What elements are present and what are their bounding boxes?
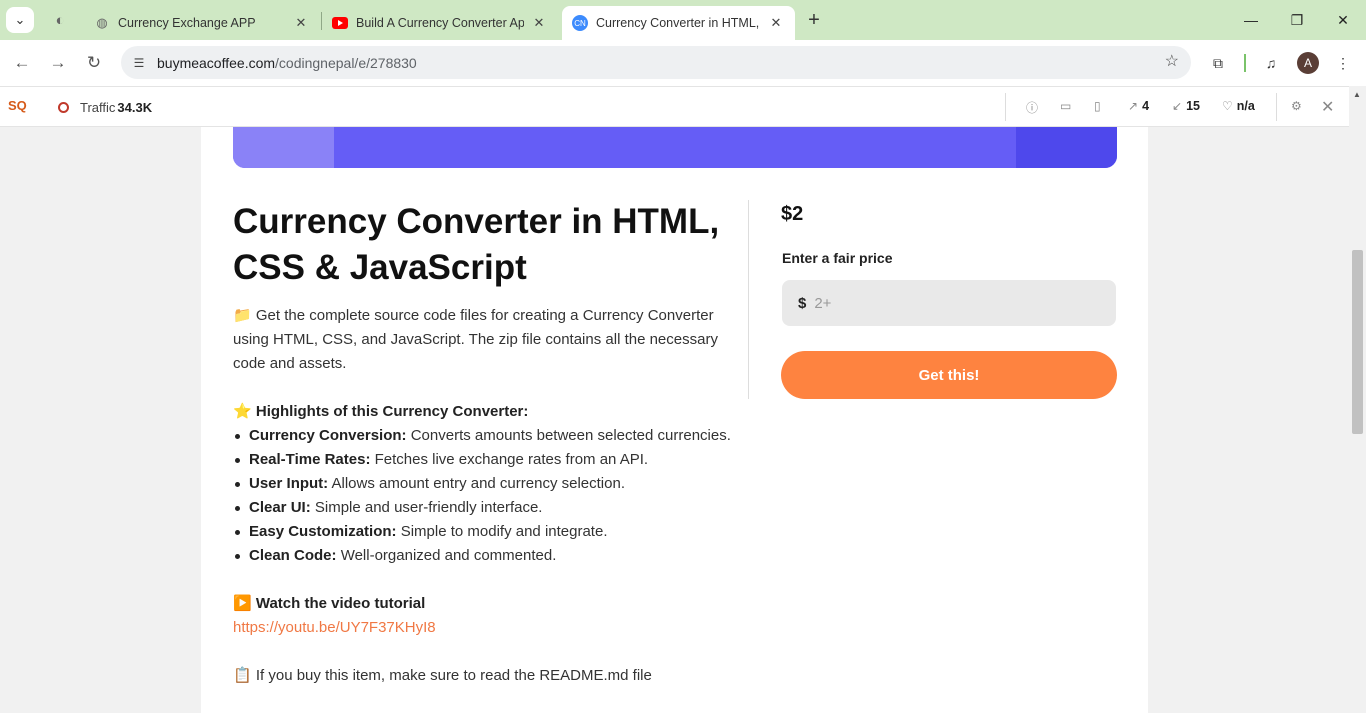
youtube-icon: [332, 15, 348, 31]
ext-separator: [1276, 93, 1277, 121]
close-icon[interactable]: ✕: [767, 14, 785, 32]
tab-title: Build A Currency Converter App: [356, 16, 524, 30]
readme-note: 📋 If you buy this item, make sure to rea…: [233, 667, 652, 684]
new-tab-button[interactable]: +: [803, 8, 825, 32]
list-item: Real-Time Rates: Fetches live exchange r…: [233, 448, 733, 472]
traffic-ring-icon: [58, 102, 69, 113]
tab-currency-exchange-app[interactable]: ◍ Currency Exchange APP ✕: [84, 6, 320, 40]
kebab-menu-icon: ⋮: [1336, 54, 1350, 71]
external-link-icon: ↗: [1128, 99, 1139, 113]
fair-price-field[interactable]: $: [782, 280, 1116, 326]
codingnepal-icon: CN: [572, 15, 588, 31]
gear-icon[interactable]: ⚙: [1291, 99, 1302, 113]
ext-separator: [1005, 93, 1006, 121]
intro-paragraph: 📁 Get the complete source code files for…: [233, 307, 718, 372]
browser-menu-button[interactable]: ⋮: [1330, 50, 1356, 76]
traffic-stat[interactable]: Traffic 34.3K: [58, 100, 152, 115]
document-icon[interactable]: ▯: [1094, 99, 1101, 113]
close-window-button[interactable]: ✕: [1328, 6, 1358, 34]
internal-link-icon: ↙: [1172, 99, 1183, 113]
forward-button[interactable]: →: [44, 49, 72, 77]
arrow-right-icon: →: [49, 53, 67, 72]
tab-build-currency-converter[interactable]: Build A Currency Converter App ✕: [322, 6, 558, 40]
media-controls-button[interactable]: ♫: [1258, 50, 1284, 76]
url-text[interactable]: buymeacoffee.com/codingnepal/e/278830: [157, 55, 417, 71]
reload-icon: ↻: [86, 53, 102, 72]
tab-currency-converter-active[interactable]: CN Currency Converter in HTML, CSS ✕: [562, 6, 795, 40]
seoquake-logo-icon[interactable]: SQ: [8, 98, 27, 113]
toolbar-separator: [1244, 54, 1246, 72]
bookmark-star-icon[interactable]: ☆: [1165, 51, 1179, 71]
close-icon[interactable]: ✕: [530, 14, 548, 32]
list-item: User Input: Allows amount entry and curr…: [233, 472, 733, 496]
reload-button[interactable]: ↻: [80, 49, 108, 77]
column-divider: [748, 200, 749, 399]
star-icon: ⭐: [233, 403, 252, 420]
scroll-up-icon[interactable]: ▲: [1353, 90, 1361, 99]
music-queue-icon: ♫: [1265, 55, 1277, 71]
features-list: Currency Conversion: Converts amounts be…: [233, 424, 733, 568]
chevron-down-icon: ⌄: [14, 12, 26, 27]
page-scrollbar[interactable]: ▲: [1349, 86, 1366, 713]
tab-search-button[interactable]: ⌄: [6, 7, 34, 33]
rating-stat[interactable]: ♡ n/a: [1222, 99, 1255, 113]
external-links-stat[interactable]: ↗ 4: [1128, 99, 1149, 113]
internal-links-stat[interactable]: ↙ 15: [1172, 99, 1200, 113]
seoquake-bar: SQ Traffic 34.3K ⓘ ▭ ▯ ↗ 4 ↙ 15 ♡ n/a ⚙ ✕: [0, 86, 1366, 127]
product-price: $2: [781, 203, 804, 225]
extensions-button[interactable]: ⧉: [1205, 50, 1231, 76]
product-title: Currency Converter in HTML, CSS & JavaSc…: [233, 202, 720, 287]
traffic-value: 34.3K: [117, 100, 153, 115]
highlights-heading: ⭐ Highlights of this Currency Converter:: [233, 403, 529, 420]
minimize-icon: —: [1244, 12, 1258, 28]
product-cover-image: [233, 127, 1117, 168]
close-icon[interactable]: ✕: [292, 14, 310, 32]
tab-title: Currency Converter in HTML, CSS: [596, 16, 761, 30]
profile-avatar[interactable]: A: [1297, 52, 1319, 74]
close-icon: ✕: [1337, 11, 1349, 28]
play-icon: ▶️: [233, 595, 252, 612]
list-item: Easy Customization: Simple to modify and…: [233, 520, 733, 544]
get-this-button[interactable]: Get this!: [781, 351, 1117, 399]
svg-text:CN: CN: [574, 19, 586, 28]
video-heading: ▶️ Watch the video tutorial: [233, 595, 426, 612]
back-button[interactable]: ←: [8, 49, 36, 77]
tab-title: Currency Exchange APP: [118, 16, 256, 30]
tab-strip: ⌄ ◐ ◍ Currency Exchange APP ✕ Build A Cu…: [0, 0, 1366, 40]
arrow-left-icon: ←: [13, 53, 31, 72]
list-item: Clear UI: Simple and user-friendly inter…: [233, 496, 733, 520]
heart-icon: ♡: [1222, 99, 1233, 113]
minimize-button[interactable]: —: [1236, 6, 1266, 34]
currency-symbol: $: [798, 294, 807, 312]
plus-icon: +: [808, 8, 820, 31]
fair-price-label: Enter a fair price: [782, 250, 893, 266]
close-icon[interactable]: ✕: [1321, 97, 1334, 117]
list-item: Currency Conversion: Converts amounts be…: [233, 424, 733, 448]
scrollbar-thumb[interactable]: [1352, 250, 1363, 434]
globe-icon: ◍: [96, 15, 108, 30]
page-stats-icon[interactable]: ▭: [1060, 99, 1071, 113]
globe-icon: ◐: [55, 11, 65, 29]
traffic-label: Traffic: [80, 100, 116, 115]
puzzle-icon: ⧉: [1213, 54, 1223, 71]
price-input[interactable]: [814, 294, 1075, 312]
restore-button[interactable]: ❐: [1282, 6, 1312, 34]
site-info-icon[interactable]: ☰: [127, 51, 151, 75]
folder-icon: 📁: [233, 307, 252, 324]
address-bar[interactable]: ☰ buymeacoffee.com/codingnepal/e/278830 …: [121, 46, 1191, 79]
browser-toolbar: ← → ↻ ☰ buymeacoffee.com/codingnepal/e/2…: [0, 40, 1366, 86]
restore-icon: ❐: [1290, 11, 1304, 28]
list-item: Clean Code: Well-organized and commented…: [233, 544, 733, 568]
video-tutorial-link[interactable]: https://youtu.be/UY7F37KHyI8: [233, 616, 733, 640]
product-description: 📁 Get the complete source code files for…: [233, 304, 733, 688]
clipboard-icon: 📋: [233, 667, 252, 684]
info-icon[interactable]: ⓘ: [1026, 99, 1038, 116]
pinned-tab[interactable]: ◐: [46, 8, 74, 32]
